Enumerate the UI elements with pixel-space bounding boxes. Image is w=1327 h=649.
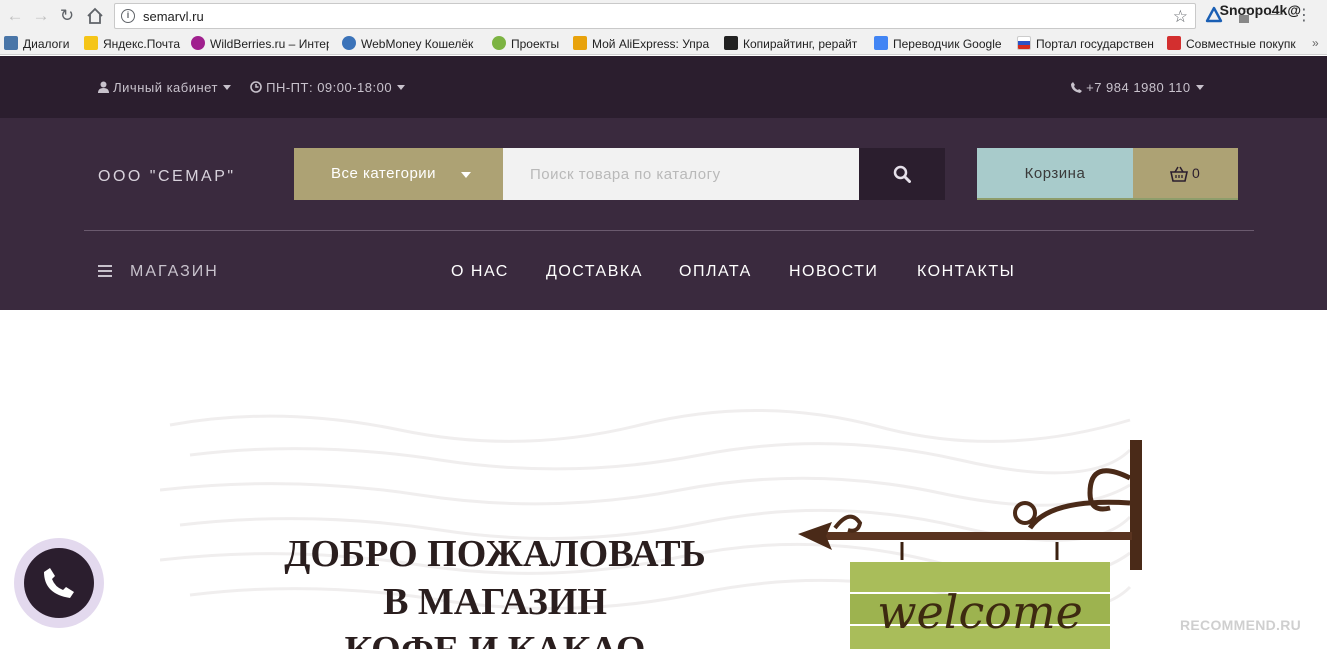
address-bar[interactable]: i semarvl.ru ☆ — [114, 3, 1196, 29]
caret-down-icon — [222, 85, 231, 90]
sparkle-icon — [492, 36, 506, 50]
recommend-watermark: RECOMMEND.RU — [1180, 617, 1302, 633]
hero-banner: ДОБРО ПОЖАЛОВАТЬ В МАГАЗИН КОФЕ И КАКАО … — [0, 310, 1327, 649]
cart-button[interactable]: Корзина — [977, 148, 1133, 200]
mail-icon — [84, 36, 98, 50]
letter-a-icon — [724, 36, 738, 50]
bookmark-dialogs[interactable]: Диалоги — [4, 36, 80, 52]
nav-link-about[interactable]: О НАС — [451, 263, 509, 281]
welcome-sign-text: welcome — [877, 585, 1083, 639]
bookmark-google-translate[interactable]: Переводчик Google — [874, 36, 1008, 52]
hamburger-menu-icon[interactable] — [98, 265, 112, 277]
bookmarks-bar: Диалоги Яндекс.Почта WildBerries.ru – Ин… — [0, 32, 1327, 55]
home-icon[interactable] — [84, 5, 106, 27]
back-icon[interactable]: ← — [4, 5, 26, 27]
shop-menu-button[interactable]: МАГАЗИН — [130, 263, 219, 281]
caret-down-icon — [397, 85, 406, 90]
welcome-heading: ДОБРО ПОЖАЛОВАТЬ В МАГАЗИН КОФЕ И КАКАО — [284, 533, 706, 649]
header-divider — [84, 230, 1254, 231]
phone-handset-icon — [44, 568, 74, 598]
browser-toolbar: ← → ↻ i semarvl.ru ☆ Snoopo4k@ — ⋮ — [0, 0, 1327, 32]
bookmark-aliexpress[interactable]: Мой AliExpress: Упра — [573, 36, 713, 52]
search-icon — [893, 165, 911, 183]
phone-menu[interactable]: +7 984 1980 110 — [1071, 80, 1204, 95]
callback-widget-button[interactable] — [14, 538, 104, 628]
gift-icon — [1167, 36, 1181, 50]
welcome-sign-illustration: welcome — [798, 440, 1142, 649]
nav-link-payment[interactable]: ОПЛАТА — [679, 263, 752, 281]
globe-icon — [342, 36, 356, 50]
bookmark-wildberries[interactable]: WildBerries.ru – Интер — [191, 36, 329, 52]
aliexpress-icon — [573, 36, 587, 50]
info-icon[interactable]: i — [121, 9, 135, 23]
site-topbar: Личный кабинет ПН-ПТ: 09:00-18:00 +7 984… — [0, 56, 1327, 118]
vk-icon — [4, 36, 18, 50]
cart-count-badge[interactable]: 0 — [1133, 148, 1238, 200]
bookmark-gosuslugi[interactable]: Портал государствен — [1017, 36, 1155, 52]
reload-icon[interactable]: ↻ — [56, 5, 78, 27]
category-dropdown[interactable]: Все категории — [294, 148, 503, 200]
site-logo[interactable]: ООО "СЕМАР" — [98, 168, 236, 186]
search-button[interactable] — [859, 148, 945, 200]
nav-link-contacts[interactable]: КОНТАКТЫ — [917, 263, 1015, 281]
bookmark-star-icon[interactable]: ☆ — [1173, 7, 1188, 27]
nav-link-news[interactable]: НОВОСТИ — [789, 263, 878, 281]
bookmark-webmoney[interactable]: WebMoney Кошелёк — [342, 36, 476, 52]
basket-icon — [1170, 166, 1188, 182]
translate-icon — [874, 36, 888, 50]
bookmark-projects[interactable]: Проекты — [492, 36, 564, 52]
caret-down-icon — [461, 172, 471, 178]
clock-icon — [250, 81, 262, 93]
minimize-icon[interactable]: — — [1268, 5, 1290, 27]
caret-down-icon — [1195, 85, 1204, 90]
search-input[interactable] — [503, 148, 859, 200]
bookmarks-overflow-icon[interactable]: » — [1312, 36, 1324, 52]
site-header: ООО "СЕМАР" Все категории Корзина 0 МАГА… — [0, 118, 1327, 310]
account-menu[interactable]: Личный кабинет — [98, 80, 231, 95]
menu-dots-icon[interactable]: ⋮ — [1296, 5, 1318, 27]
bookmark-copywriting[interactable]: Копирайтинг, рерайт — [724, 36, 862, 52]
bookmark-joint-purchases[interactable]: Совместные покупк — [1167, 36, 1307, 52]
forward-icon[interactable]: → — [30, 5, 52, 27]
phone-icon — [1071, 82, 1082, 93]
wildberries-icon — [191, 36, 205, 50]
hours-menu[interactable]: ПН-ПТ: 09:00-18:00 — [250, 80, 406, 95]
flag-icon — [1017, 36, 1031, 50]
user-icon — [98, 81, 109, 93]
url-text[interactable]: semarvl.ru — [143, 9, 204, 24]
bookmark-yandex-mail[interactable]: Яндекс.Почта — [84, 36, 188, 52]
nav-link-delivery[interactable]: ДОСТАВКА — [546, 263, 643, 281]
